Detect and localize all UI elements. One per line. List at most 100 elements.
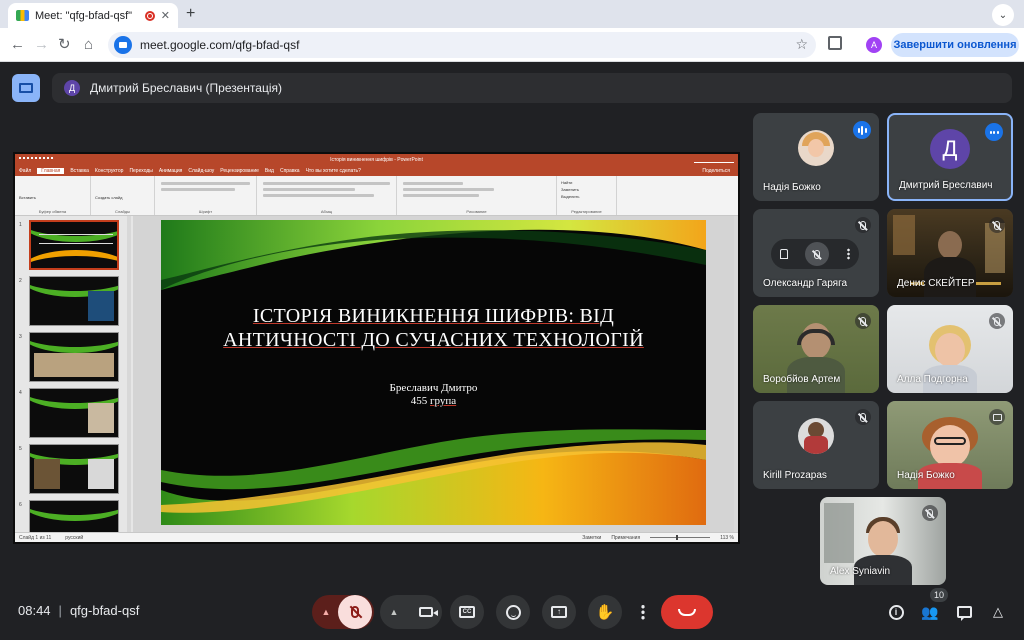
browser-toolbar: ← → ↻ ⌂ meet.google.com/qfg-bfad-qsf ☆ A…: [0, 28, 1024, 62]
call-end-icon: [678, 608, 696, 616]
participant-tile[interactable]: Alex Syniavin: [820, 497, 946, 585]
browser-tab-meet[interactable]: Meet: "qfg-bfad-qsf" ✕: [8, 3, 178, 28]
captions-button[interactable]: CC: [450, 595, 484, 629]
participant-tile[interactable]: Олександр Гаряга: [753, 209, 879, 297]
shared-screen: Історія виникнення шифрів - PowerPoint Ф…: [13, 152, 740, 544]
audio-options-chevron-icon[interactable]: ▲: [314, 607, 338, 617]
slide-thumbnail: [29, 444, 119, 494]
reload-icon[interactable]: ↻: [58, 36, 71, 54]
bookmark-star-icon[interactable]: ☆: [795, 36, 808, 53]
presenter-bar: Д Дмитрий Бреславич (Презентація): [52, 73, 1012, 103]
ppt-tab: Вид: [264, 168, 274, 174]
profile-avatar[interactable]: A: [866, 37, 882, 53]
people-button[interactable]: 👥: [920, 602, 940, 622]
leave-call-button[interactable]: [661, 595, 713, 629]
pin-icon[interactable]: [779, 249, 788, 259]
slide-thumbnail: [29, 276, 119, 326]
participant-name: Kirill Prozapas: [763, 470, 827, 481]
meeting-details-button[interactable]: i: [886, 602, 906, 622]
group-label: Редактирование: [571, 209, 602, 214]
toggle-camera-button[interactable]: [406, 595, 440, 629]
activities-button[interactable]: △: [988, 602, 1008, 622]
muted-icon: [989, 313, 1005, 329]
camera-in-use-icon[interactable]: [114, 36, 132, 54]
slide-group-word: група: [430, 395, 457, 407]
group-label: Рисование: [466, 209, 487, 214]
mute-participant-button[interactable]: [805, 242, 830, 266]
thumbnail-row: 3: [19, 332, 123, 384]
quick-access-toolbar: [19, 157, 53, 163]
slide-thumbnail: [29, 332, 119, 382]
participant-name: Олександр Гаряга: [763, 278, 848, 289]
presenter-avatar: Д: [64, 80, 80, 96]
meeting-time: 08:44: [18, 603, 51, 618]
back-icon[interactable]: ←: [10, 36, 25, 54]
close-tab-icon[interactable]: ✕: [161, 9, 170, 22]
forward-icon[interactable]: →: [34, 36, 49, 54]
finish-update-button[interactable]: Завершити оновлення: [891, 33, 1019, 57]
presentation-mode-button[interactable]: [12, 74, 40, 102]
status-zoom: 113 %: [720, 534, 734, 541]
browser-tab-strip: Meet: "qfg-bfad-qsf" ✕ + ⌄: [0, 0, 1024, 28]
group-label: Шрифт: [198, 209, 213, 214]
ppt-tab: Рецензирование: [220, 168, 259, 174]
tab-search-icon[interactable]: ⌄: [992, 4, 1014, 26]
participant-name: Alex Syniavin: [830, 566, 891, 577]
participant-avatar: [798, 418, 834, 455]
separator: |: [58, 603, 62, 618]
participant-count-badge: 10: [930, 588, 948, 602]
participant-name: Надія Божко: [897, 470, 955, 481]
participant-tile[interactable]: Алла Подгорна: [887, 305, 1013, 393]
ppt-share: Поделиться: [702, 168, 730, 174]
new-slide-button: Создать слайд: [95, 195, 123, 200]
current-slide: ІСТОРІЯ ВИНИКНЕННЯ ШИФРІВ: ВІД АНТИЧНОСТ…: [161, 220, 706, 525]
participant-tile[interactable]: Надія Божко: [887, 401, 1013, 489]
select-button: Выделить: [561, 194, 580, 199]
toggle-microphone-button[interactable]: [338, 595, 372, 629]
muted-icon: [855, 217, 871, 233]
ppt-workspace: 1 2 3 4 5 6 ІСТОРІЯ ВИНИКНЕННЯ ШИФРІВ: В…: [15, 216, 738, 542]
slide-thumbnail: [29, 388, 119, 438]
participant-tile[interactable]: Надія Божко: [753, 113, 879, 201]
thumbnail-row: 1: [19, 220, 123, 272]
ppt-tab: Вставка: [70, 168, 89, 174]
slide-title: ІСТОРІЯ ВИНИКНЕННЯ ШИФРІВ: ВІД АНТИЧНОСТ…: [223, 305, 644, 351]
address-bar[interactable]: meet.google.com/qfg-bfad-qsf ☆: [108, 32, 816, 58]
url-text: meet.google.com/qfg-bfad-qsf: [140, 38, 300, 52]
ribbon-group-slides: Создать слайд Слайды: [91, 176, 155, 215]
thumbnail-number: 1: [19, 222, 22, 228]
thumbnail-number: 2: [19, 278, 22, 284]
group-label: Буфер обмена: [38, 209, 67, 214]
status-notes: Заметки: [582, 534, 602, 541]
participant-tile[interactable]: Kirill Prozapas: [753, 401, 879, 489]
group-label: Абзац: [320, 209, 333, 214]
reactions-button[interactable]: [496, 595, 530, 629]
participant-tile[interactable]: Денис СКЕЙТЕР: [887, 209, 1013, 297]
microphone-control: ▲: [312, 595, 374, 629]
raise-hand-button[interactable]: ✋: [588, 595, 622, 629]
ppt-tab: Что вы хотите сделать?: [305, 168, 361, 174]
ppt-titlebar: Історія виникнення шифрів - PowerPoint: [15, 154, 738, 166]
new-tab-icon[interactable]: +: [186, 5, 195, 23]
participant-tile[interactable]: Воробйов Артем: [753, 305, 879, 393]
muted-icon: [855, 313, 871, 329]
more-vert-icon[interactable]: [847, 248, 851, 260]
camera-icon: [419, 607, 438, 617]
more-options-button[interactable]: [626, 595, 660, 629]
tile-hover-controls: [771, 239, 859, 269]
home-icon[interactable]: ⌂: [84, 36, 93, 54]
participant-name: Воробйов Артем: [763, 374, 841, 385]
video-options-chevron-icon[interactable]: ▲: [382, 607, 406, 617]
chat-button[interactable]: [954, 602, 974, 622]
thumbnail-number: 3: [19, 334, 22, 340]
present-screen-icon: ↑: [551, 606, 567, 618]
present-now-button[interactable]: ↑: [542, 595, 576, 629]
extensions-icon[interactable]: [828, 36, 842, 50]
ppt-tab: Анимация: [158, 168, 183, 174]
present-screen-icon: [19, 83, 33, 93]
ppt-ribbon: Вставить Буфер обмена Создать слайд Слай…: [15, 176, 738, 216]
participant-tile[interactable]: Д Дмитрий Бреславич: [887, 113, 1013, 201]
mic-off-icon: [814, 249, 821, 259]
people-icon: 👥: [921, 603, 939, 620]
thumbnails-scrollbar: [127, 216, 131, 532]
